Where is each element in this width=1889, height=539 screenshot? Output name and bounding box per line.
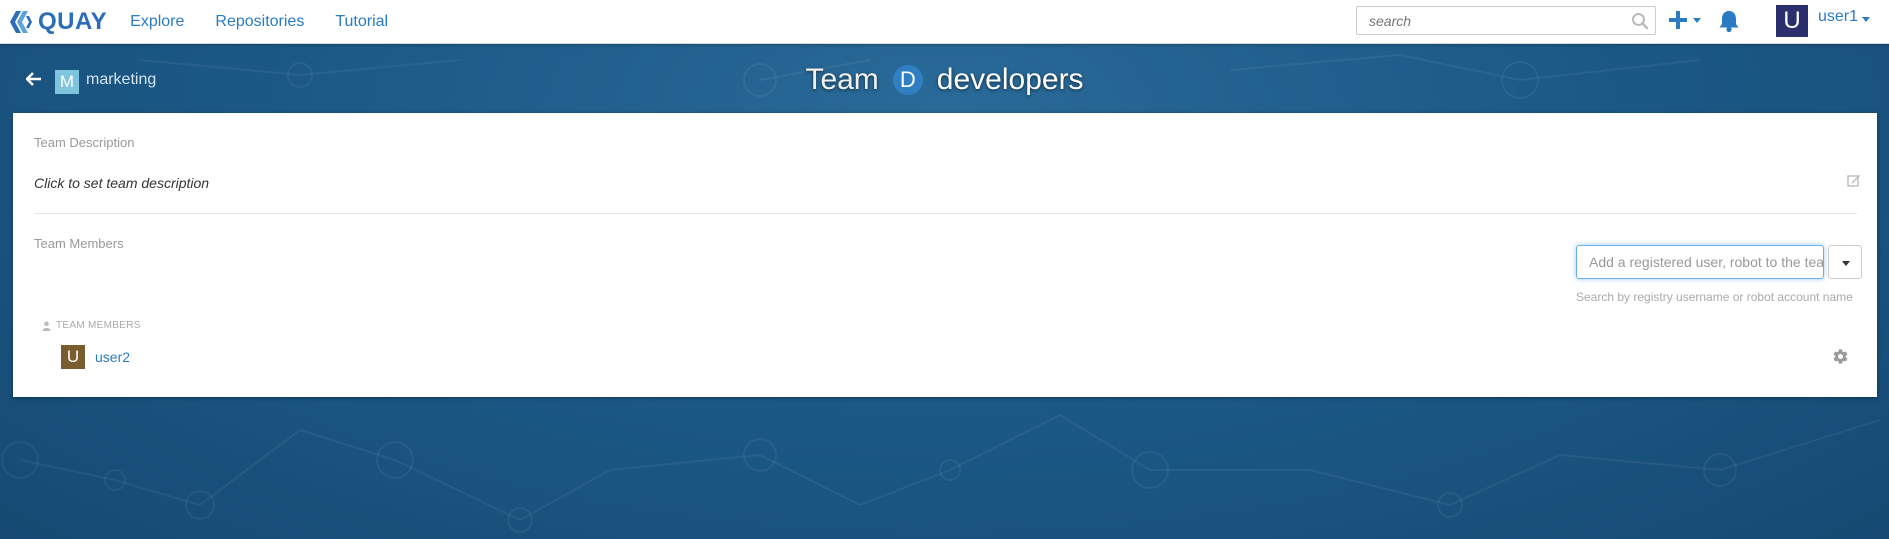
user-avatar[interactable]: U (1776, 5, 1808, 37)
list-item: U user2 (61, 345, 130, 369)
title-prefix: Team (805, 63, 879, 96)
team-view-panel: Team Description Click to set team descr… (13, 113, 1877, 397)
nav-tutorial[interactable]: Tutorial (335, 13, 388, 31)
search-icon[interactable] (1631, 12, 1649, 30)
team-name: developers (936, 63, 1084, 96)
team-members-label: Team Members (34, 236, 124, 251)
page-title: Team D developers (0, 63, 1889, 97)
notifications-bell-icon[interactable] (1718, 9, 1740, 33)
user-menu-caret-icon[interactable] (1862, 17, 1870, 22)
gear-icon[interactable] (1832, 348, 1849, 365)
team-avatar: D (892, 65, 923, 95)
create-new-menu[interactable] (1668, 10, 1702, 30)
edit-icon[interactable] (1847, 174, 1861, 188)
member-avatar: U (61, 345, 85, 369)
brand-name: QUAY (38, 7, 108, 35)
nav-explore[interactable]: Explore (130, 13, 184, 31)
search-input[interactable] (1357, 7, 1617, 34)
brand-logo[interactable]: QUAY (8, 8, 107, 36)
add-member-dropdown-button[interactable] (1828, 245, 1862, 279)
nav-repositories[interactable]: Repositories (215, 13, 304, 31)
top-navbar: QUAY Explore Repositories Tutorial U use… (0, 0, 1889, 44)
member-name-link[interactable]: user2 (95, 349, 130, 365)
team-description-label: Team Description (34, 135, 135, 150)
section-divider (34, 213, 1857, 214)
caret-down-icon (1842, 261, 1850, 266)
user-menu-name[interactable]: user1 (1818, 8, 1858, 26)
plus-icon (1669, 11, 1687, 29)
members-list-header-label: TEAM MEMBERS (56, 320, 141, 331)
add-member-input[interactable]: Add a registered user, robot to the team (1576, 245, 1824, 279)
main-nav: Explore Repositories Tutorial (130, 13, 388, 31)
add-member-help-text: Search by registry username or robot acc… (1576, 290, 1853, 304)
quay-logo-icon (10, 10, 32, 33)
chevron-down-icon (1693, 18, 1701, 23)
members-list-header: TEAM MEMBERS (42, 320, 141, 331)
user-icon (42, 320, 51, 331)
search-box (1356, 6, 1656, 35)
team-description-text[interactable]: Click to set team description (34, 175, 209, 191)
